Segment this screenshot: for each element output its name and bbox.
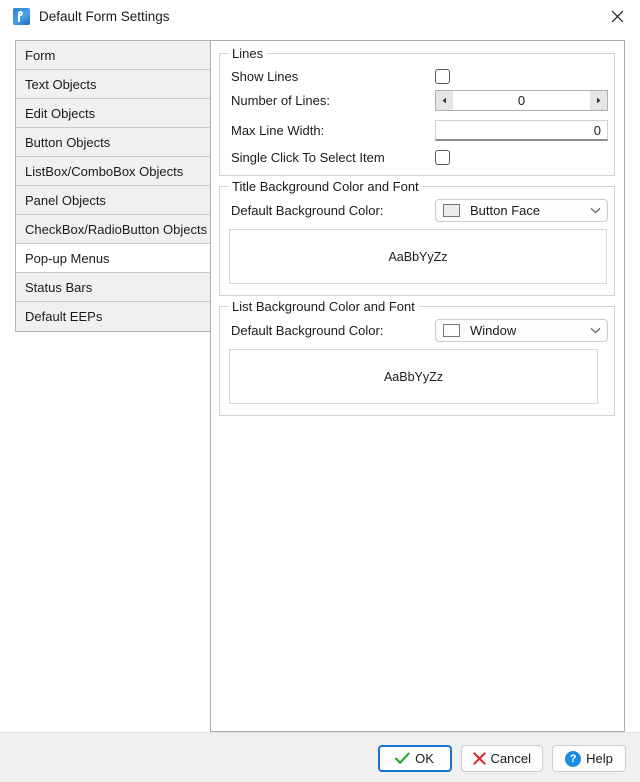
list-background-color-combobox[interactable]: Window xyxy=(435,319,608,342)
title-color-swatch xyxy=(443,204,460,217)
single-click-label: Single Click To Select Item xyxy=(231,150,385,165)
number-of-lines-value[interactable]: 0 xyxy=(453,91,590,110)
list-background-group-title: List Background Color and Font xyxy=(228,299,419,314)
help-button[interactable]: ? Help xyxy=(552,745,626,772)
sidebar-item-checkbox-radiobutton-objects[interactable]: CheckBox/RadioButton Objects xyxy=(16,215,210,244)
sidebar-item-default-eeps[interactable]: Default EEPs xyxy=(16,302,210,331)
sidebar-item-listbox-combobox-objects[interactable]: ListBox/ComboBox Objects xyxy=(16,157,210,186)
number-of-lines-decrement-button[interactable] xyxy=(436,91,453,110)
dialog-content: Form Text Objects Edit Objects Button Ob… xyxy=(0,32,640,732)
sidebar-item-status-bars[interactable]: Status Bars xyxy=(16,273,210,302)
list-font-preview[interactable]: AaBbYyZz xyxy=(229,349,598,404)
category-list[interactable]: Form Text Objects Edit Objects Button Ob… xyxy=(15,40,211,332)
list-color-swatch xyxy=(443,324,460,337)
single-click-checkbox[interactable] xyxy=(435,150,450,165)
app-icon xyxy=(13,7,30,25)
lines-group-title: Lines xyxy=(228,46,268,61)
chevron-down-icon xyxy=(590,327,600,334)
sidebar-item-edit-objects[interactable]: Edit Objects xyxy=(16,99,210,128)
window-title: Default Form Settings xyxy=(39,8,170,24)
title-color-value: Button Face xyxy=(470,203,541,218)
dialog-window: Default Form Settings Form Text Objects … xyxy=(0,0,640,782)
ok-button-label: OK xyxy=(415,751,434,766)
show-lines-label: Show Lines xyxy=(231,69,299,84)
title-background-group-title: Title Background Color and Font xyxy=(228,179,423,194)
title-combobox-chevron[interactable] xyxy=(583,207,607,214)
sidebar-item-popup-menus[interactable]: Pop-up Menus xyxy=(16,244,210,273)
dialog-footer: OK Cancel ? Help xyxy=(0,732,640,782)
title-bar: Default Form Settings xyxy=(0,0,640,32)
check-icon xyxy=(395,752,410,764)
title-default-background-color-label: Default Background Color: xyxy=(231,203,384,218)
number-of-lines-label: Number of Lines: xyxy=(231,93,330,108)
title-background-group: Title Background Color and Font Default … xyxy=(219,179,615,296)
sidebar-item-panel-objects[interactable]: Panel Objects xyxy=(16,186,210,215)
list-combobox-chevron[interactable] xyxy=(583,327,607,334)
list-background-group: List Background Color and Font Default B… xyxy=(219,299,615,416)
sidebar-item-form[interactable]: Form xyxy=(16,41,210,70)
list-default-background-color-label: Default Background Color: xyxy=(231,323,384,338)
settings-panel: Lines Show Lines Number of Lines: 0 Max … xyxy=(210,40,625,732)
dialog-button-bar: OK Cancel ? Help xyxy=(377,745,626,772)
question-icon: ? xyxy=(565,750,582,767)
cancel-button-label: Cancel xyxy=(490,751,531,766)
arrow-right-icon xyxy=(597,97,601,104)
show-lines-checkbox[interactable] xyxy=(435,69,450,84)
help-button-label: Help xyxy=(586,751,613,766)
lines-group: Lines Show Lines Number of Lines: 0 Max … xyxy=(219,46,615,176)
number-of-lines-spinner[interactable]: 0 xyxy=(435,90,608,111)
chevron-down-icon xyxy=(590,207,600,214)
x-icon xyxy=(472,752,486,765)
max-line-width-input[interactable]: 0 xyxy=(435,120,608,141)
ok-button[interactable]: OK xyxy=(377,745,452,772)
close-icon xyxy=(611,10,624,22)
arrow-left-icon xyxy=(442,97,446,104)
sidebar-item-button-objects[interactable]: Button Objects xyxy=(16,128,210,157)
title-font-preview[interactable]: AaBbYyZz xyxy=(229,229,607,284)
list-color-value: Window xyxy=(470,323,517,338)
close-button[interactable] xyxy=(595,0,640,32)
title-background-color-combobox[interactable]: Button Face xyxy=(435,199,608,222)
number-of-lines-increment-button[interactable] xyxy=(590,91,607,110)
sidebar-item-text-objects[interactable]: Text Objects xyxy=(16,70,210,99)
max-line-width-label: Max Line Width: xyxy=(231,123,325,138)
cancel-button[interactable]: Cancel xyxy=(460,745,543,772)
